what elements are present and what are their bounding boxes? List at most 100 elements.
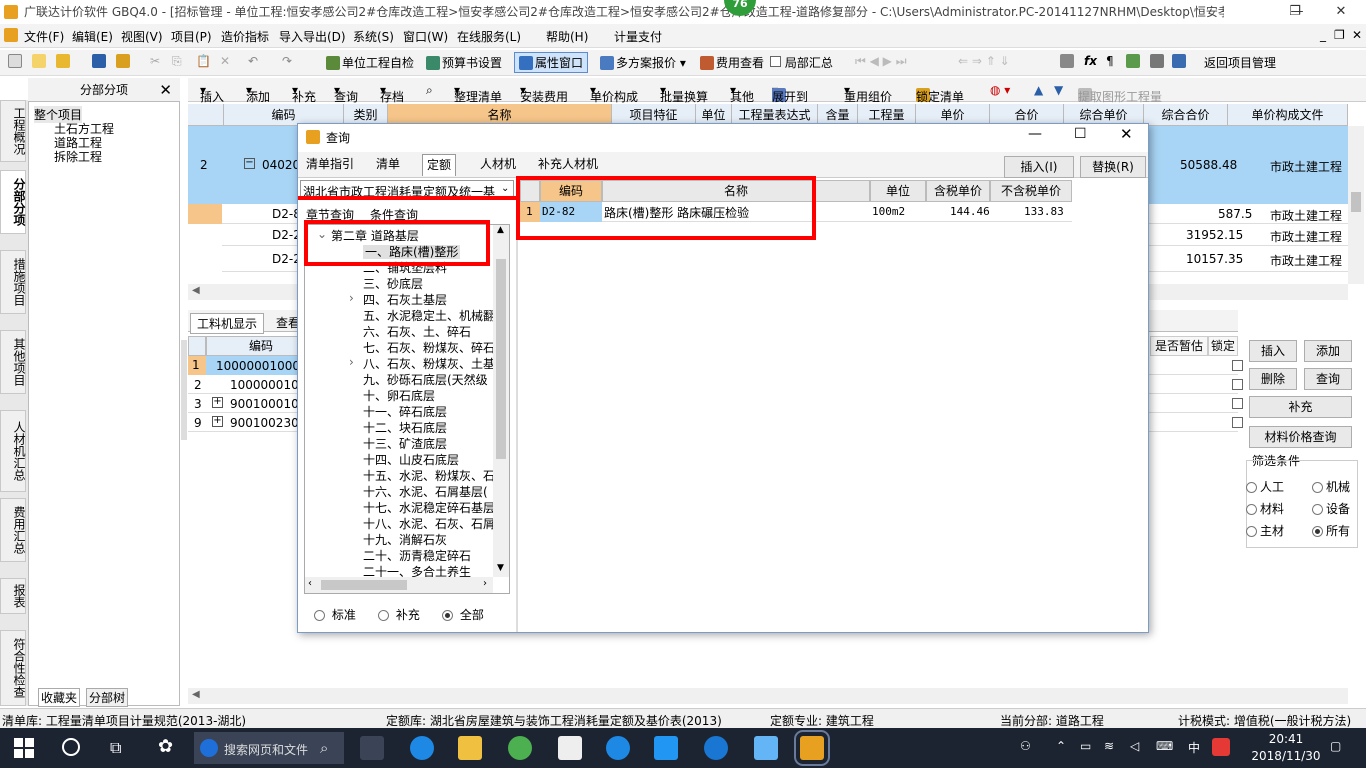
weather-icon[interactable] — [360, 736, 384, 760]
app-plus-icon[interactable] — [654, 736, 678, 760]
menu-view[interactable]: 视图(V) — [121, 28, 163, 45]
row-selector[interactable] — [188, 204, 222, 224]
arrow-down-icon[interactable]: ▼ — [1054, 83, 1063, 97]
file-explorer-icon[interactable] — [458, 736, 482, 760]
windows-start-icon[interactable] — [14, 738, 34, 758]
tree-node[interactable]: 十三、矿渣底层 — [363, 435, 447, 452]
radio-icon[interactable] — [1312, 482, 1323, 493]
volume-icon[interactable]: ◁ — [1130, 739, 1139, 753]
lock-checkbox[interactable] — [1232, 379, 1243, 390]
pinwheel-icon[interactable]: ✿ — [158, 736, 173, 757]
taskbar-search-box[interactable]: 搜索网页和文件 ⌕ — [194, 732, 344, 764]
tab-labor-material[interactable]: 人材机 — [476, 154, 520, 176]
other-menu[interactable]: 其他 ▾ — [730, 83, 754, 104]
dialog-maximize-button[interactable]: ☐ — [1074, 126, 1087, 142]
lock-checkbox[interactable] — [1232, 360, 1243, 371]
cut-icon[interactable]: ✂ — [150, 54, 160, 68]
new-icon[interactable] — [8, 54, 24, 68]
radio-icon[interactable] — [378, 610, 389, 621]
tree-node[interactable]: 十八、水泥、石灰、石屑 — [363, 515, 495, 532]
tree-node[interactable]: 十九、消解石灰 — [363, 531, 447, 548]
tab-fee-summary[interactable]: 费用汇总 — [0, 498, 26, 562]
query-button[interactable]: 查询 — [1304, 368, 1352, 390]
organize-list-menu[interactable]: 整理清单 ▾ — [454, 83, 502, 104]
reuse-price-menu[interactable]: 重用组价 ▾ — [844, 83, 892, 104]
menu-system[interactable]: 系统(S) — [353, 28, 394, 45]
chevron-right-icon[interactable]: › — [349, 355, 354, 369]
clock-date[interactable]: 2018/11/30 — [1246, 749, 1326, 763]
radio-all[interactable]: 全部 — [442, 606, 484, 623]
menu-project[interactable]: 项目(P) — [171, 28, 212, 45]
browser-360-icon[interactable] — [508, 736, 532, 760]
open-icon[interactable] — [56, 54, 72, 68]
add-menu[interactable]: 添加 ▾ — [246, 83, 270, 104]
menu-measure-pay[interactable]: 计量支付 — [614, 28, 662, 45]
tab-other-items[interactable]: 其他项目 — [0, 330, 26, 394]
price-query-button[interactable]: 材料价格查询 — [1249, 426, 1352, 448]
paint-icon[interactable]: ◍ ▾ — [990, 83, 1010, 97]
tab-list-guide[interactable]: 清单指引 — [302, 154, 358, 176]
tree-node[interactable]: › 八、石灰、粉煤灰、土基 — [349, 355, 495, 372]
dialog-minimize-button[interactable]: — — [1028, 126, 1042, 142]
archive-menu[interactable]: 存档 ▾ — [380, 83, 404, 104]
tray-up-icon[interactable]: ⌃ — [1056, 739, 1066, 753]
radio-icon[interactable] — [1246, 504, 1257, 515]
filter-material[interactable]: 材料 — [1246, 500, 1284, 517]
nav-arrows-icon[interactable]: ⏮ ◀ ▶ ⏭ — [855, 54, 907, 69]
cube-icon[interactable] — [1126, 54, 1142, 68]
menu-window[interactable]: 窗口(W) — [403, 28, 448, 45]
radio-standard[interactable]: 标准 — [314, 606, 356, 623]
edge-icon[interactable] — [606, 736, 630, 760]
tab-labor-display[interactable]: 工料机显示 — [190, 313, 265, 334]
radio-icon[interactable] — [1312, 504, 1323, 515]
tree-node[interactable]: 十五、水泥、粉煤灰、石 — [363, 467, 495, 484]
filter-equipment[interactable]: 设备 — [1312, 500, 1350, 517]
tree-node[interactable]: 十一、碎石底层 — [363, 403, 447, 420]
lock-checkbox[interactable] — [1232, 398, 1243, 409]
tab-supplement-labor-material[interactable]: 补充人材机 — [534, 154, 602, 176]
self-check-button[interactable]: 单位工程自检 — [326, 54, 414, 71]
supplement-button[interactable]: 补充 — [1249, 396, 1352, 418]
tree-node[interactable]: 五、水泥稳定土、机械翻 — [363, 307, 495, 324]
property-window-button[interactable]: 属性窗口 — [514, 52, 589, 73]
menu-cost-index[interactable]: 造价指标 — [221, 28, 269, 45]
batch-convert-menu[interactable]: 批量换算 ▾ — [660, 83, 708, 104]
chevron-right-icon[interactable]: › — [349, 291, 354, 305]
tree-vscrollbar[interactable]: ▲ ▼ — [493, 225, 509, 577]
photo-app-icon[interactable] — [754, 736, 778, 760]
sogou-icon[interactable] — [1212, 738, 1230, 756]
menu-import-export[interactable]: 导入导出(D) — [279, 28, 346, 45]
menu-help[interactable]: 帮助(H) — [546, 28, 588, 45]
expand-icon[interactable]: + — [212, 416, 223, 427]
multi-plan-button[interactable]: 多方案报价 ▾ — [600, 54, 686, 71]
dialog-splitter[interactable] — [516, 178, 518, 632]
tree-node[interactable]: 十、卵石底层 — [363, 387, 435, 404]
expand-to-menu[interactable]: 展开到 ▾ — [772, 83, 808, 104]
ie-browser-icon[interactable] — [410, 736, 434, 760]
tab-measure-items[interactable]: 措施项目 — [0, 250, 26, 314]
splitter[interactable] — [181, 340, 187, 440]
tab-labor-material-summary[interactable]: 人材机汇总 — [0, 410, 26, 492]
tab-report[interactable]: 报表 — [0, 578, 26, 614]
ime-indicator[interactable]: 中 — [1188, 739, 1200, 756]
vertical-scrollbar[interactable] — [1348, 126, 1364, 284]
fee-view-button[interactable]: 费用查看 — [700, 54, 764, 71]
save-all-icon[interactable] — [116, 54, 132, 68]
tree-hscrollbar[interactable]: ‹ › — [305, 577, 493, 593]
binoculars-icon[interactable]: ⌕ — [426, 83, 433, 98]
copy-icon[interactable]: ⎘ — [172, 54, 182, 69]
restore-button[interactable]: ❐ — [1272, 0, 1318, 24]
lower-horizontal-scrollbar[interactable]: ◀ — [188, 688, 1348, 704]
clock-time[interactable]: 20:41 — [1256, 732, 1316, 746]
move-arrows-icon[interactable]: ⇐ ⇒ ⇑ ⇓ — [958, 54, 1010, 68]
filter-machine[interactable]: 机械 — [1312, 478, 1350, 495]
radio-icon[interactable] — [1246, 526, 1257, 537]
glodon-icon[interactable] — [704, 736, 728, 760]
calculator-icon[interactable] — [1060, 54, 1076, 68]
local-summary-toggle[interactable]: 局部汇总 — [770, 54, 833, 71]
tab-section-tree[interactable]: 分部树 — [86, 688, 129, 707]
network-icon[interactable]: ▭ — [1080, 739, 1091, 753]
filter-main-material[interactable]: 主材 — [1246, 522, 1284, 539]
expand-icon[interactable]: + — [212, 397, 223, 408]
supplement-menu[interactable]: 补充 ▾ — [292, 83, 316, 104]
